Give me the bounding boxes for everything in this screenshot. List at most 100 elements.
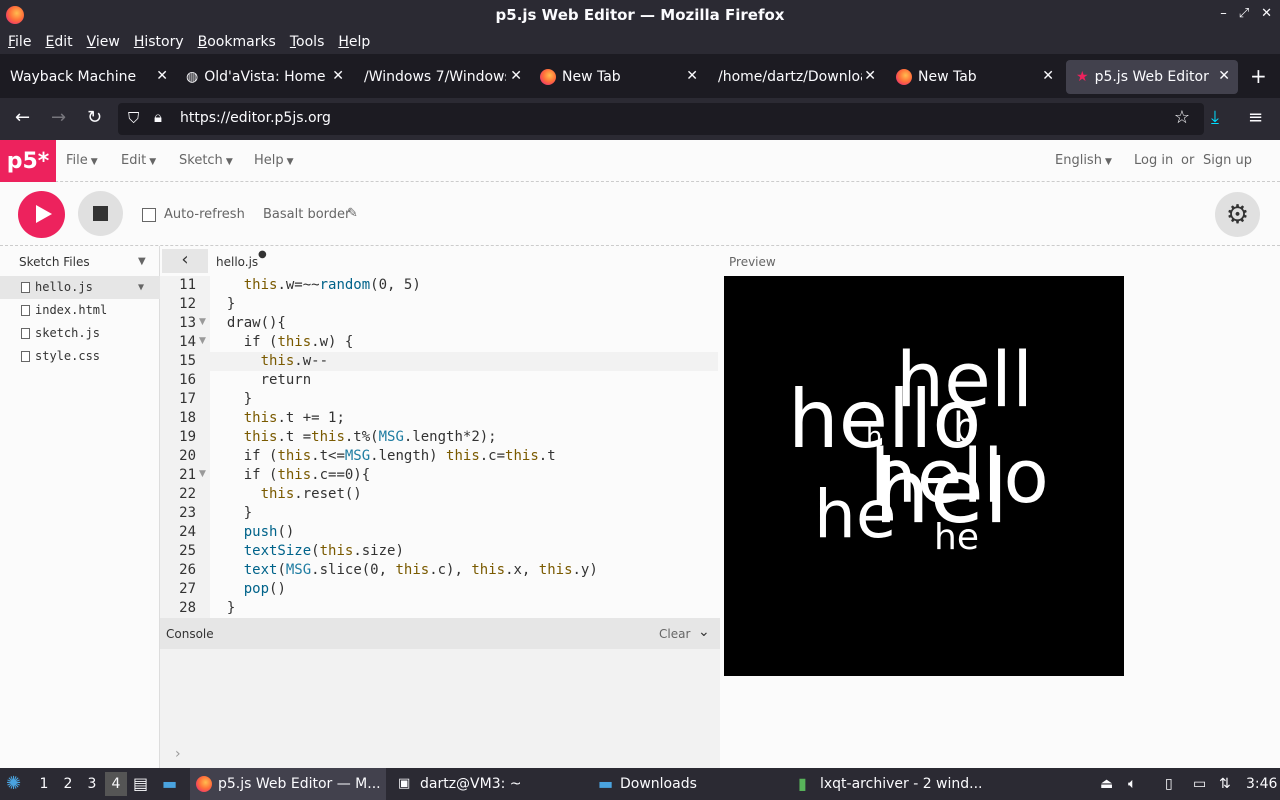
chevron-down-icon[interactable]: ⌄: [698, 624, 710, 640]
sketch-canvas[interactable]: hell hello h b hello hel he he: [724, 276, 1124, 676]
file-item[interactable]: index.html: [0, 299, 160, 322]
code-line[interactable]: this.t += 1;: [210, 409, 718, 428]
file-item[interactable]: style.css: [0, 345, 160, 368]
sketch-name[interactable]: Basalt border: [263, 207, 350, 222]
p5-menu-sketch[interactable]: Sketch ▼: [179, 153, 233, 168]
close-tab-icon[interactable]: ✕: [864, 68, 876, 84]
code-line[interactable]: }: [210, 390, 718, 409]
task-downloads[interactable]: ▬ Downloads: [594, 768, 790, 800]
menu-history[interactable]: History: [134, 34, 184, 50]
code-line[interactable]: }: [210, 295, 718, 314]
menu-tools[interactable]: Tools: [290, 34, 325, 50]
task-firefox[interactable]: p5.js Web Editor — M...: [190, 768, 386, 800]
chevron-down-icon[interactable]: ▼: [138, 256, 146, 267]
tab-oldavista[interactable]: ◍ Old'aVista: Home ✕: [176, 60, 352, 94]
code-line[interactable]: this.reset(): [210, 485, 718, 504]
code-line[interactable]: this.w--: [210, 352, 718, 371]
menu-bookmarks[interactable]: Bookmarks: [198, 34, 276, 50]
task-terminal[interactable]: ▣ dartz@VM3: ~: [392, 768, 588, 800]
chevron-down-icon[interactable]: ▼: [138, 276, 144, 299]
menu-view[interactable]: View: [87, 34, 120, 50]
start-menu-icon[interactable]: ✺: [6, 773, 21, 794]
bookmark-star-icon[interactable]: ☆: [1174, 107, 1190, 128]
close-tab-icon[interactable]: ✕: [1042, 68, 1054, 84]
url-bar[interactable]: ⛉ 🔒︎ https://editor.p5js.org ☆: [118, 103, 1204, 135]
folder-icon[interactable]: ▬: [162, 768, 177, 800]
settings-gear-icon[interactable]: ⚙: [1215, 192, 1260, 237]
language-select[interactable]: English ▼: [1055, 153, 1112, 168]
signup-link[interactable]: Sign up: [1203, 153, 1252, 168]
console-prompt[interactable]: ›: [175, 746, 181, 762]
desktop-1[interactable]: 1: [33, 772, 55, 796]
tab-windows7[interactable]: /Windows 7/Windows ✕: [354, 60, 530, 94]
close-window-button[interactable]: ✕: [1261, 6, 1272, 21]
clock[interactable]: 3:46: [1246, 768, 1277, 800]
reload-icon[interactable]: ↻: [87, 108, 102, 128]
desktop-3[interactable]: 3: [81, 772, 103, 796]
desktop-2[interactable]: 2: [57, 772, 79, 796]
fold-arrow-icon[interactable]: ▼: [199, 336, 206, 346]
minimize-button[interactable]: –: [1220, 6, 1227, 21]
tab-wayback[interactable]: Wayback Machine ✕: [0, 60, 176, 94]
code-line[interactable]: pop(): [210, 580, 718, 599]
p5-menu-help[interactable]: Help ▼: [254, 153, 294, 168]
network-icon[interactable]: ⇅: [1219, 768, 1231, 800]
notes-icon[interactable]: ▯: [1165, 768, 1173, 800]
file-item[interactable]: sketch.js: [0, 322, 160, 345]
close-tab-icon[interactable]: ✕: [156, 68, 168, 84]
code-line[interactable]: draw(){: [210, 314, 718, 333]
tab-newtab-1[interactable]: New Tab ✕: [530, 60, 706, 94]
close-tab-icon[interactable]: ✕: [686, 68, 698, 84]
forward-icon[interactable]: →: [51, 108, 66, 128]
code-line[interactable]: text(MSG.slice(0, this.c), this.x, this.…: [210, 561, 718, 580]
tab-downloads-path[interactable]: /home/dartz/Downloa ✕: [708, 60, 884, 94]
p5-logo[interactable]: p5*: [0, 140, 56, 182]
p5-menu-edit[interactable]: Edit ▼: [121, 153, 156, 168]
file-name: style.css: [35, 349, 101, 363]
code-line[interactable]: }: [210, 599, 718, 618]
login-link[interactable]: Log in: [1134, 153, 1173, 168]
code-line[interactable]: if (this.w) {: [210, 333, 718, 352]
editor-file-tab[interactable]: hello.js: [216, 255, 258, 269]
close-tab-icon[interactable]: ✕: [510, 68, 522, 84]
tab-newtab-2[interactable]: New Tab ✕: [886, 60, 1062, 94]
new-tab-button[interactable]: +: [1250, 64, 1267, 88]
stop-button[interactable]: [78, 191, 123, 236]
code-line[interactable]: }: [210, 504, 718, 523]
close-tab-icon[interactable]: ✕: [332, 68, 344, 84]
collapse-sidebar-button[interactable]: ‹: [162, 249, 208, 273]
code-line[interactable]: this.w=~~random(0, 5): [210, 276, 718, 295]
back-icon[interactable]: ←: [15, 108, 30, 128]
archive-icon[interactable]: ▤: [133, 768, 148, 800]
code-line[interactable]: this.t =this.t%(MSG.length*2);: [210, 428, 718, 447]
clear-console-button[interactable]: Clear: [659, 627, 690, 641]
play-button[interactable]: [18, 191, 65, 238]
p5-menu-file[interactable]: File ▼: [66, 153, 98, 168]
fold-arrow-icon[interactable]: ▼: [199, 469, 206, 479]
url-text[interactable]: https://editor.p5js.org: [180, 110, 331, 126]
fold-arrow-icon[interactable]: ▼: [199, 317, 206, 327]
code-line[interactable]: return: [210, 371, 718, 390]
code-line[interactable]: if (this.t<=MSG.length) this.c=this.t: [210, 447, 718, 466]
close-tab-icon[interactable]: ✕: [1218, 68, 1230, 84]
tab-p5js[interactable]: ★ p5.js Web Editor ✕: [1066, 60, 1238, 94]
clipboard-icon[interactable]: ⏏: [1100, 768, 1113, 800]
shield-icon[interactable]: ⛉: [128, 109, 139, 127]
download-icon[interactable]: ⤓: [1211, 108, 1219, 128]
menu-help[interactable]: Help: [338, 34, 370, 50]
hamburger-menu-icon[interactable]: ≡: [1248, 108, 1263, 128]
menu-file[interactable]: File: [8, 34, 31, 50]
autorefresh-checkbox[interactable]: [142, 208, 156, 222]
display-icon[interactable]: ▭: [1193, 768, 1206, 800]
code-line[interactable]: textSize(this.size): [210, 542, 718, 561]
code-line[interactable]: if (this.c==0){: [210, 466, 718, 485]
menu-edit[interactable]: Edit: [45, 34, 72, 50]
code-line[interactable]: push(): [210, 523, 718, 542]
maximize-button[interactable]: ⤢: [1239, 6, 1249, 21]
file-item[interactable]: hello.js ▼: [0, 276, 160, 299]
task-archiver[interactable]: ▮ lxqt-archiver - 2 wind...: [796, 768, 992, 800]
lock-icon[interactable]: 🔒︎: [154, 108, 162, 126]
desktop-4[interactable]: 4: [105, 772, 127, 796]
volume-icon[interactable]: 🔈︎: [1128, 768, 1136, 800]
pencil-icon[interactable]: ✎: [347, 206, 358, 221]
